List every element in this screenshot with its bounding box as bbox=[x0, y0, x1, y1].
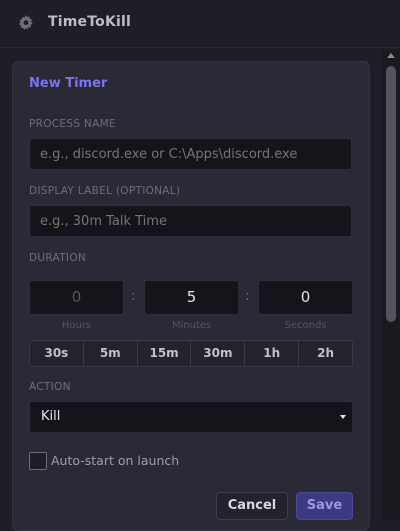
hours-input[interactable]: 0 bbox=[29, 280, 124, 315]
minutes-unit-label: Minutes bbox=[171, 320, 212, 331]
action-selected-value: Kill bbox=[41, 409, 61, 424]
preset-30s-button[interactable]: 30s bbox=[30, 341, 84, 366]
minutes-input[interactable]: 5 bbox=[144, 280, 239, 315]
preset-30m-button[interactable]: 30m bbox=[191, 341, 246, 366]
seconds-input[interactable]: 0 bbox=[258, 280, 353, 315]
process-name-label: PROCESS NAME bbox=[29, 118, 116, 130]
action-select[interactable]: Kill bbox=[29, 401, 353, 433]
scrollbar-thumb[interactable] bbox=[386, 66, 396, 322]
process-name-input[interactable] bbox=[29, 138, 352, 170]
gear-icon[interactable] bbox=[18, 15, 34, 31]
time-separator: : bbox=[131, 288, 136, 304]
display-label-input[interactable] bbox=[29, 205, 352, 237]
autostart-checkbox[interactable] bbox=[29, 452, 47, 470]
card-title: New Timer bbox=[29, 76, 108, 91]
chevron-down-icon bbox=[340, 415, 346, 419]
preset-15m-button[interactable]: 15m bbox=[138, 341, 192, 366]
display-label-label: DISPLAY LABEL (OPTIONAL) bbox=[29, 185, 181, 197]
preset-1h-button[interactable]: 1h bbox=[245, 341, 300, 366]
duration-label: DURATION bbox=[29, 252, 87, 264]
action-label: ACTION bbox=[29, 381, 71, 393]
time-separator: : bbox=[245, 288, 250, 304]
save-button[interactable]: Save bbox=[296, 492, 353, 520]
seconds-unit-label: Seconds bbox=[284, 320, 327, 331]
preset-5m-button[interactable]: 5m bbox=[84, 341, 138, 366]
cancel-button[interactable]: Cancel bbox=[216, 492, 288, 520]
scroll-up-arrow-icon[interactable] bbox=[387, 53, 395, 58]
duration-presets: 30s 5m 15m 30m 1h 2h bbox=[29, 340, 353, 367]
hours-unit-label: Hours bbox=[61, 320, 92, 331]
title-bar: TimeToKill bbox=[0, 0, 400, 48]
app-title: TimeToKill bbox=[48, 14, 131, 30]
preset-2h-button[interactable]: 2h bbox=[299, 341, 352, 366]
autostart-label[interactable]: Auto-start on launch bbox=[51, 453, 179, 468]
